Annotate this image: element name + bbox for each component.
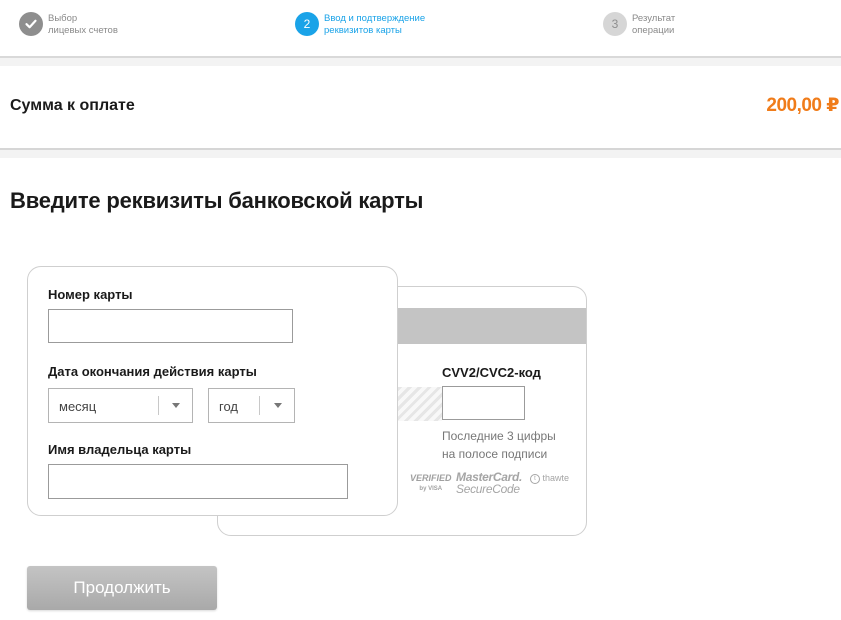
thawte-logo: t thawte <box>530 473 569 484</box>
chevron-down-icon[interactable] <box>274 403 282 408</box>
page-title: Введите реквизиты банковской карты <box>10 188 424 213</box>
step-select-accounts: Выбор лицевых счетов <box>19 12 179 40</box>
sum-amount: 200,00 ₽ <box>766 95 839 116</box>
checkmark-icon <box>19 12 43 36</box>
section-divider <box>0 58 841 66</box>
expiry-label: Дата окончания действия карты <box>48 364 257 379</box>
section-divider <box>0 150 841 158</box>
security-logos: VERIFIED by VISA MasterCard. SecureCode … <box>408 469 586 501</box>
thawte-icon: t <box>530 473 540 484</box>
signature-strip <box>398 387 442 421</box>
sum-label: Сумма к оплате <box>10 97 135 114</box>
select-value: год <box>219 399 238 414</box>
card-holder-label: Имя владельца карты <box>48 442 192 457</box>
continue-button[interactable]: Продолжить <box>27 566 217 610</box>
step-number: 2 <box>295 12 319 36</box>
cvv-hint: Последние 3 цифры на полосе подписи <box>442 429 556 461</box>
select-divider <box>259 396 260 415</box>
step-label: Ввод и подтверждение реквизитов карты <box>324 13 426 36</box>
mastercard-securecode-logo: MasterCard. SecureCode <box>456 470 523 496</box>
card-number-input[interactable] <box>48 309 293 343</box>
step-number: 3 <box>603 12 627 36</box>
verified-by-visa-logo: VERIFIED by VISA <box>410 473 452 493</box>
step-result: 3 Результат операции <box>603 12 723 40</box>
step-enter-card: 2 Ввод и подтверждение реквизитов карты <box>295 12 475 40</box>
payment-summary: Сумма к оплате 200,00 ₽ <box>0 66 841 150</box>
cvv-label: CVV2/CVC2-код <box>442 365 541 380</box>
card-front: Номер карты Дата окончания действия карт… <box>27 266 398 516</box>
card-number-label: Номер карты <box>48 287 133 302</box>
expiry-year-select[interactable]: год <box>208 388 295 423</box>
chevron-down-icon[interactable] <box>172 403 180 408</box>
select-divider <box>158 396 159 415</box>
select-value: месяц <box>59 399 97 414</box>
card-holder-input[interactable] <box>48 464 348 499</box>
expiry-month-select[interactable]: месяц <box>48 388 193 423</box>
step-label: Результат операции <box>632 13 676 36</box>
cvv-input[interactable] <box>442 386 525 420</box>
step-label: Выбор лицевых счетов <box>48 13 118 36</box>
progress-stepper: Выбор лицевых счетов 2 Ввод и подтвержде… <box>0 0 841 58</box>
